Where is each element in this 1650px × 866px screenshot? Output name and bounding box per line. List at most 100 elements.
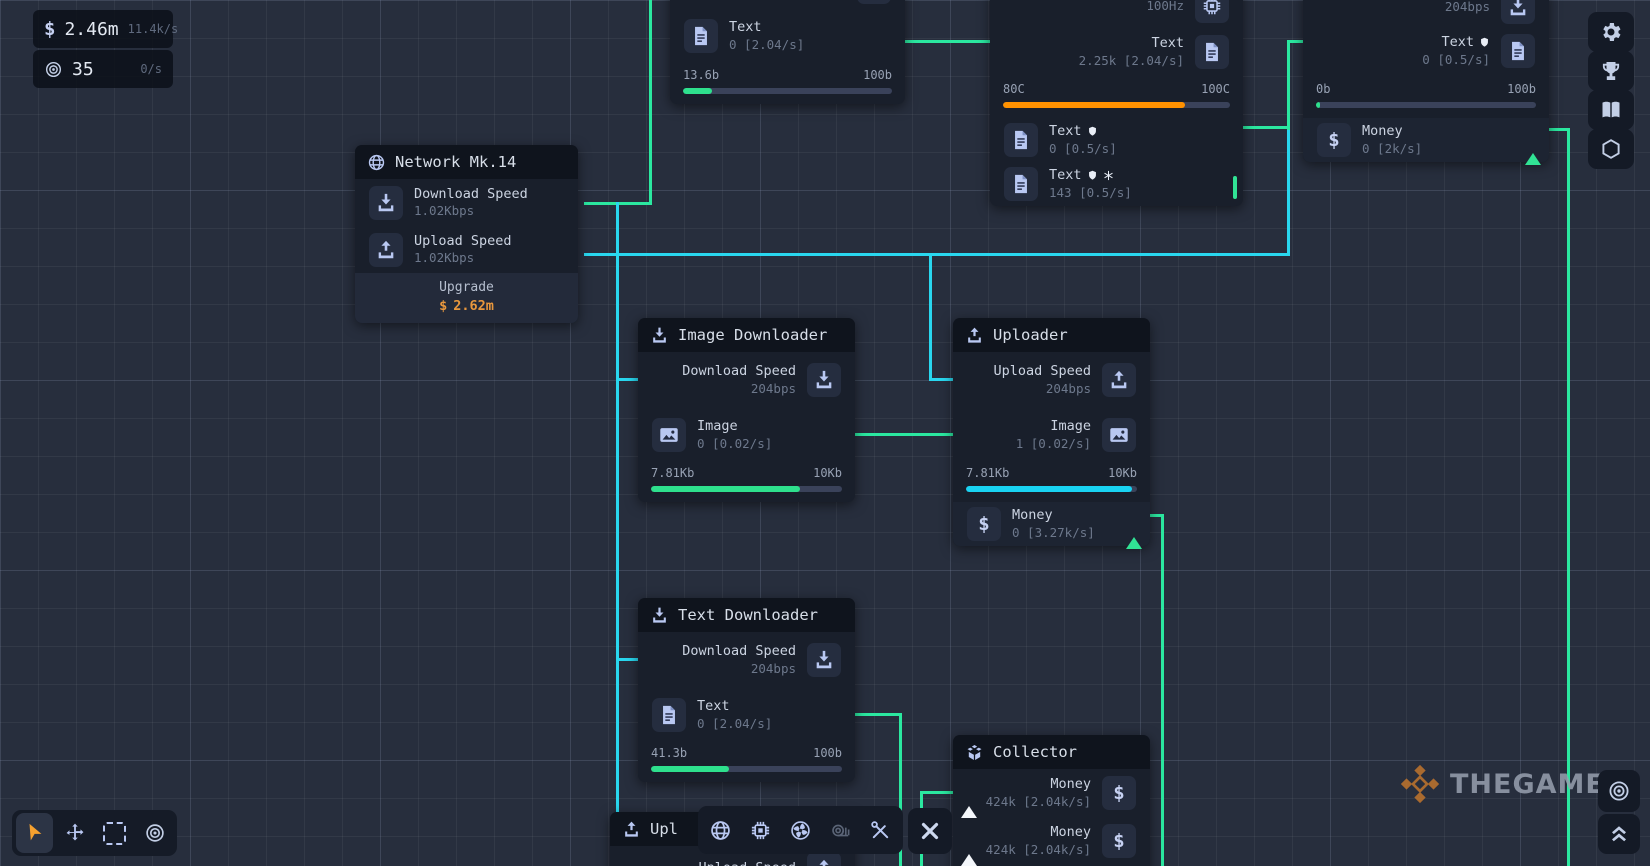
speed-row: Download Speed 204bps (638, 632, 855, 688)
upgrade-label: Upgrade (355, 280, 578, 295)
build-toolbar (698, 806, 903, 854)
money-value: 424k [2.04k/s] (986, 794, 1091, 810)
port-out-text-shield-burst[interactable] (1233, 178, 1237, 197)
marquee-icon (103, 822, 126, 845)
move-icon (64, 822, 86, 844)
node-header[interactable]: Text Downloader (638, 598, 855, 632)
move-mode-button[interactable] (56, 813, 93, 853)
speed-label: Upload Speed (993, 363, 1091, 381)
snail-build-button[interactable] (822, 810, 859, 850)
money-input-row: Money 424k [2.04k/s] $ (953, 769, 1150, 817)
download-icon (857, 0, 891, 4)
speed-label: Download Speed (682, 363, 796, 381)
node-header[interactable]: Image Downloader (638, 318, 855, 352)
node-title: Network Mk.14 (395, 153, 516, 171)
upload-icon (1102, 363, 1136, 397)
node-text-processor[interactable]: 100Hz Text 2.25k [2.04/s] 80C 100C Text … (990, 0, 1243, 206)
network-build-button[interactable] (702, 810, 739, 850)
shapes-button[interactable] (1588, 129, 1634, 169)
output-label: Text (1049, 167, 1082, 185)
buffer-max: 100b (1507, 82, 1536, 96)
codex-button[interactable] (1588, 90, 1634, 130)
shield-icon (1087, 126, 1098, 137)
image-icon (1102, 418, 1136, 452)
port-out-money[interactable] (1126, 518, 1142, 537)
bullseye-icon (144, 822, 166, 844)
achievements-button[interactable] (1588, 51, 1634, 91)
port-in-money[interactable] (961, 835, 977, 854)
item-label: Text (697, 698, 772, 716)
node-title: Collector (993, 743, 1077, 761)
output-value: 0 [0.5/s] (1049, 141, 1117, 157)
heat-max: 100C (1201, 82, 1230, 96)
download-icon (807, 643, 841, 677)
select-mode-button[interactable] (16, 813, 53, 853)
node-image-downloader[interactable]: Image Downloader Download Speed 204bps I… (638, 318, 855, 502)
node-text-source[interactable]: 204bps Text 0 [2.04/s] 13.6b 100b (670, 0, 905, 104)
upload-icon (807, 852, 841, 866)
node-title: Uploader (993, 326, 1068, 344)
speed-row: Upload Speed 204bps (953, 352, 1150, 408)
cpu-build-button[interactable] (742, 810, 779, 850)
thegamer-logo-icon (1400, 764, 1440, 804)
money-label: Money (1362, 123, 1403, 141)
output-label: Text (1049, 123, 1082, 141)
speed-value: 204bps (751, 661, 796, 677)
input-label: Text (1151, 35, 1184, 53)
item-value: 0 [2.04/s] (729, 37, 804, 53)
node-title: Upl (650, 820, 678, 838)
target-mode-button[interactable] (136, 813, 173, 853)
collapse-button[interactable] (1598, 814, 1640, 854)
speed-row: Download Speed 204bps (638, 352, 855, 408)
document-icon (684, 19, 718, 53)
node-network[interactable]: Network Mk.14 Download Speed 1.02Kbps Up… (355, 145, 578, 323)
input-value: 2.25k [2.04/s] (1079, 53, 1184, 69)
game-canvas[interactable]: 204bps Text 0 [2.04/s] 13.6b 100b 100Hz (0, 0, 1650, 866)
buffer-max: 10Kb (1108, 466, 1137, 480)
upload-label: Upload Speed (414, 233, 512, 251)
speed-row: 204bps (670, 0, 905, 8)
marquee-mode-button[interactable] (96, 813, 133, 853)
download-icon (369, 186, 403, 220)
speed-label: Download Speed (682, 643, 796, 661)
money-value: 0 [3.27k/s] (1012, 525, 1095, 541)
tools-build-button[interactable] (862, 810, 899, 850)
wire (616, 202, 619, 814)
buffer: 7.81Kb 10Kb (638, 462, 855, 502)
node-header[interactable]: Uploader (953, 318, 1150, 352)
targets-rate: 0/s (140, 62, 162, 76)
node-title: Image Downloader (678, 326, 827, 344)
node-collector[interactable]: Collector Money 424k [2.04k/s] $ Money 4… (953, 735, 1150, 866)
wire (1161, 514, 1164, 866)
money-rate: 11.4k/s (128, 22, 179, 36)
input-value: 0 [0.5/s] (1422, 52, 1490, 68)
wire (846, 433, 958, 436)
item-value: 0 [0.02/s] (697, 436, 772, 452)
node-header[interactable]: Collector (953, 735, 1150, 769)
mode-toolbar (12, 810, 177, 856)
recenter-button[interactable] (1598, 770, 1640, 812)
item-row: Image 1 [0.02/s] (953, 408, 1150, 462)
input-row: Text 0 [0.5/s] (1303, 24, 1549, 78)
tools-icon (869, 819, 892, 842)
hud-targets: 35 0/s (33, 50, 173, 88)
buffer-bar (966, 486, 1137, 492)
buffer-bar (651, 486, 842, 492)
dollar-icon: $ (1102, 824, 1136, 858)
node-text-downloader[interactable]: Text Downloader Download Speed 204bps Te… (638, 598, 855, 782)
book-icon (1599, 98, 1623, 122)
heat: 80C 100C (990, 78, 1243, 118)
shield-icon (1087, 170, 1098, 181)
node-header[interactable]: Network Mk.14 (355, 145, 578, 179)
snail-icon (829, 819, 852, 842)
upgrade-button[interactable]: Upgrade $2.62m (355, 273, 578, 323)
upgrade-price: 2.62m (453, 298, 494, 314)
port-in-money[interactable] (961, 787, 977, 806)
node-uploader[interactable]: Uploader Upload Speed 204bps Image 1 [0.… (953, 318, 1150, 546)
settings-button[interactable] (1588, 12, 1634, 52)
port-out-money[interactable] (1525, 134, 1541, 153)
cut-wire-button[interactable] (908, 808, 952, 854)
cooler-build-button[interactable] (782, 810, 819, 850)
money-input-row: Money 424k [2.04k/s] $ (953, 817, 1150, 865)
node-text-uploader[interactable]: 204bps Text 0 [0.5/s] 0b 100b $ Money 0 … (1303, 0, 1549, 162)
